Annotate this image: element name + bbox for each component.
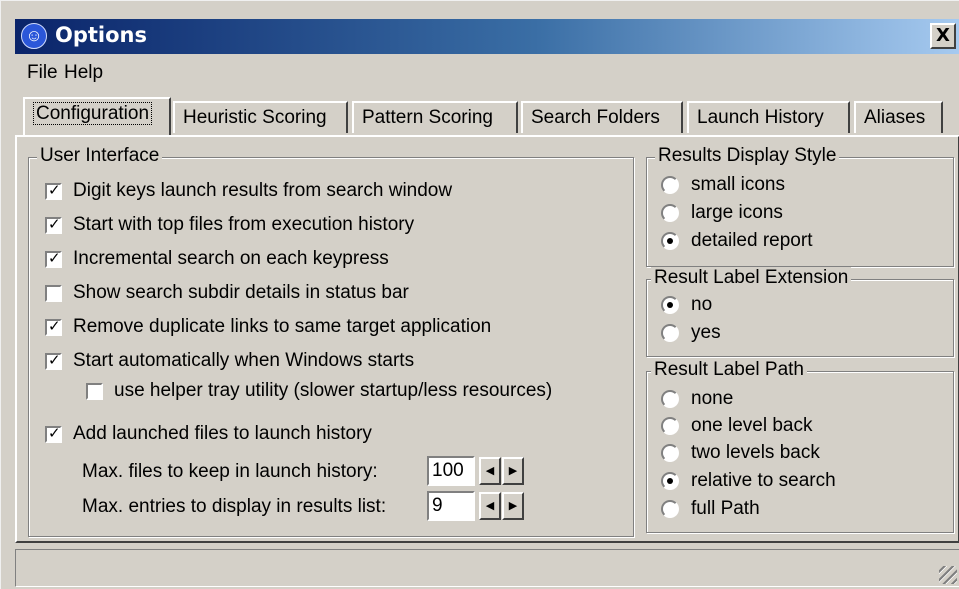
max-entries-input[interactable] [427,491,475,521]
checkbox-start-top-files[interactable]: ✓ Start with top files from execution his… [45,214,414,238]
radio-label: large icons [691,202,783,223]
radio-extension-yes[interactable]: yes [661,322,721,348]
tab-search-folders[interactable]: Search Folders [521,101,683,133]
tab-strip: Configuration Heuristic Scoring Pattern … [23,97,953,135]
radio-path-full-path[interactable]: full Path [661,498,760,524]
radio-label: two levels back [691,442,820,463]
checkbox-label: Show search subdir details in status bar [73,282,409,303]
checkbox-add-launched[interactable]: ✓ Add launched files to launch history [45,423,372,447]
max-files-label: Max. files to keep in launch history: [82,461,378,482]
check-mark-icon: ✓ [48,316,61,335]
radio-label: no [691,294,713,315]
tab-heuristic-scoring[interactable]: Heuristic Scoring [173,101,348,133]
check-mark-icon: ✓ [48,180,61,199]
radio-label: yes [691,322,721,343]
radio-label: small icons [691,174,785,195]
radio-path-none[interactable]: none [661,388,733,414]
status-bar [15,549,959,587]
checkbox-box[interactable] [86,382,103,400]
radio-path-two-levels-back[interactable]: two levels back [661,442,820,468]
result-label-extension-group: Result Label Extension no yes [646,267,954,357]
radio-label: one level back [691,415,813,436]
checkbox-label: Start automatically when Windows starts [73,350,415,371]
title-bar[interactable]: ☺ Options X [15,19,959,54]
checkbox-incremental-search[interactable]: ✓ Incremental search on each keypress [45,248,389,272]
user-interface-group: User Interface ✓ Digit keys launch result… [28,145,634,537]
radio-label: detailed report [691,230,813,251]
radio-label: full Path [691,498,760,519]
checkbox-label: use helper tray utility (slower startup/… [114,380,553,401]
user-interface-title: User Interface [37,145,163,167]
check-mark-icon: ✓ [48,350,61,369]
radio-label: none [691,388,734,409]
max-files-input[interactable] [427,456,475,486]
max-files-increment-button[interactable]: ▶ [502,457,524,485]
window-title: Options [55,23,147,47]
radio-button[interactable] [661,231,679,250]
radio-selected-dot [667,301,673,308]
checkbox-box[interactable] [45,284,62,302]
radio-selected-dot [667,477,673,484]
checkbox-label: Start with top files from execution hist… [73,214,415,235]
result-label-path-group: Result Label Path none one level back tw… [646,359,954,533]
radio-path-one-level-back[interactable]: one level back [661,415,812,441]
radio-detailed-report[interactable]: detailed report [661,230,812,256]
menu-file[interactable]: File [27,62,58,84]
check-mark-icon: ✓ [48,423,61,442]
check-mark-icon: ✓ [48,214,61,233]
radio-button[interactable] [661,389,679,408]
radio-label: relative to search [691,470,836,491]
radio-button[interactable] [661,295,679,314]
tab-pattern-scoring[interactable]: Pattern Scoring [352,101,518,133]
checkbox-box[interactable]: ✓ [45,316,62,336]
checkbox-helper-tray[interactable]: use helper tray utility (slower startup/… [86,380,552,404]
checkbox-label: Add launched files to launch history [73,423,372,444]
tab-aliases[interactable]: Aliases [854,101,943,133]
result-label-path-title: Result Label Path [651,359,807,381]
app-running-man-icon: ☺ [21,23,47,49]
max-files-decrement-button[interactable]: ◀ [479,457,501,485]
radio-small-icons[interactable]: small icons [661,174,785,200]
checkbox-label: Digit keys launch results from search wi… [73,180,453,201]
result-label-extension-title: Result Label Extension [651,267,852,289]
max-entries-decrement-button[interactable]: ◀ [479,492,501,520]
checkbox-label: Remove duplicate links to same target ap… [73,316,492,337]
max-entries-increment-button[interactable]: ▶ [502,492,524,520]
radio-button[interactable] [661,499,679,518]
tab-launch-history[interactable]: Launch History [687,101,850,133]
radio-button[interactable] [661,203,679,222]
checkbox-label: Incremental search on each keypress [73,248,389,269]
checkbox-remove-duplicates[interactable]: ✓ Remove duplicate links to same target a… [45,316,491,340]
radio-button[interactable] [661,323,679,342]
checkbox-box[interactable]: ✓ [45,248,62,268]
resize-grip-icon[interactable] [939,566,957,584]
checkbox-box[interactable]: ✓ [45,350,62,370]
tab-configuration[interactable]: Configuration [23,97,171,135]
checkbox-digit-keys[interactable]: ✓ Digit keys launch results from search w… [45,180,452,204]
checkbox-start-automatically[interactable]: ✓ Start automatically when Windows starts [45,350,414,374]
radio-button[interactable] [661,175,679,194]
radio-selected-dot [667,237,673,244]
options-window: ☺ Options X File Help Configuration Heur… [0,0,959,589]
results-display-style-title: Results Display Style [655,145,840,167]
max-entries-label: Max. entries to display in results list: [82,496,387,517]
menu-help[interactable]: Help [64,62,103,84]
radio-extension-no[interactable]: no [661,294,712,320]
tab-label: Configuration [33,102,153,125]
radio-path-relative-to-search[interactable]: relative to search [661,470,836,496]
results-display-style-group: Results Display Style small icons large … [646,145,954,267]
close-button[interactable]: X [930,23,956,49]
radio-large-icons[interactable]: large icons [661,202,783,228]
checkbox-box[interactable]: ✓ [45,180,62,200]
check-mark-icon: ✓ [48,248,61,267]
radio-button[interactable] [661,443,679,462]
radio-button[interactable] [661,416,679,435]
checkbox-show-subdir[interactable]: Show search subdir details in status bar [45,282,409,306]
configuration-panel: User Interface ✓ Digit keys launch result… [15,135,959,543]
checkbox-box[interactable]: ✓ [45,214,62,234]
checkbox-box[interactable]: ✓ [45,423,62,443]
radio-button[interactable] [661,471,679,490]
